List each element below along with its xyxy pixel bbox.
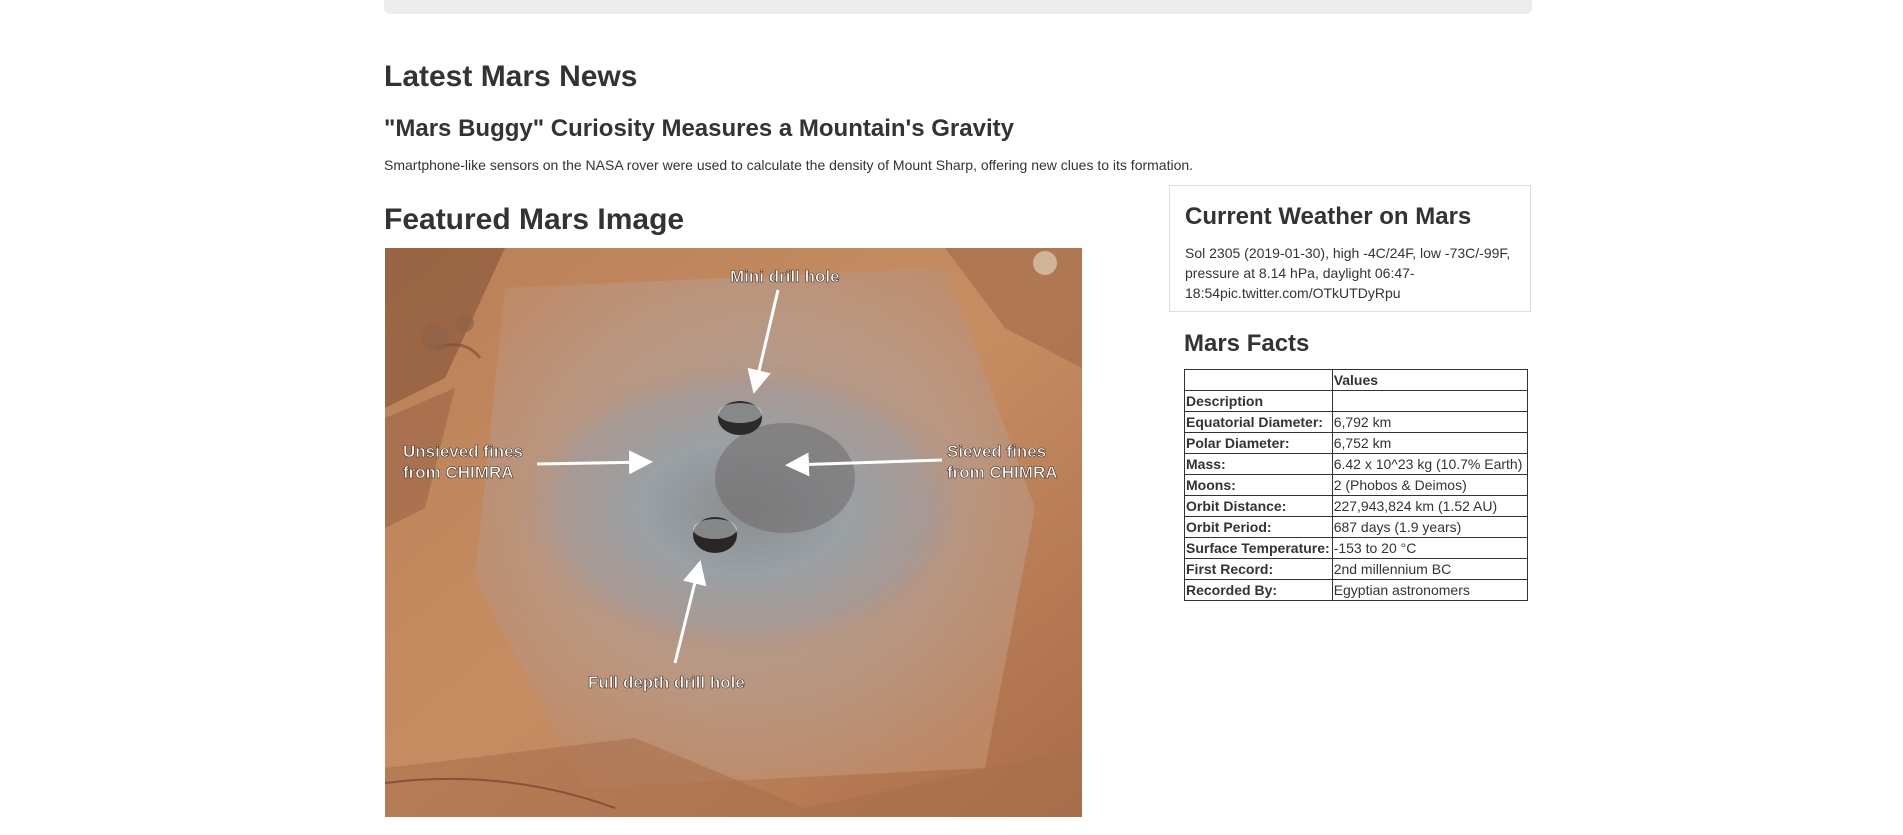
- table-row: Orbit Distance: 227,943,824 km (1.52 AU): [1184, 495, 1528, 517]
- fact-value: 687 days (1.9 years): [1331, 516, 1528, 538]
- fact-label: Polar Diameter:: [1184, 432, 1333, 454]
- table-row: Equatorial Diameter: 6,792 km: [1184, 411, 1528, 433]
- fact-label: Orbit Period:: [1184, 516, 1333, 538]
- fact-label: Mass:: [1184, 453, 1333, 475]
- fact-label: Surface Temperature:: [1184, 537, 1333, 559]
- index-empty-cell: [1331, 390, 1528, 412]
- fact-value: 2 (Phobos & Deimos): [1331, 474, 1528, 496]
- table-row: First Record: 2nd millennium BC: [1184, 558, 1528, 580]
- header-label-cell: [1184, 369, 1333, 391]
- mars-facts-table: Values Description Equatorial Diameter: …: [1184, 369, 1528, 601]
- table-row: Surface Temperature: -153 to 20 °C: [1184, 537, 1528, 559]
- fact-value: 2nd millennium BC: [1331, 558, 1528, 580]
- fact-value: 227,943,824 km (1.52 AU): [1331, 495, 1528, 517]
- news-section-title: Latest Mars News: [384, 60, 638, 93]
- weather-text: Sol 2305 (2019-01-30), high -4C/24F, low…: [1185, 245, 1511, 301]
- table-row: Mass: 6.42 x 10^23 kg (10.7% Earth): [1184, 453, 1528, 475]
- label-sieved-2: from CHIMRA: [947, 463, 1058, 482]
- featured-image-title: Featured Mars Image: [384, 203, 685, 236]
- table-row: Polar Diameter: 6,752 km: [1184, 432, 1528, 454]
- featured-mars-image[interactable]: Mini drill hole Unsieved fines from CHIM…: [385, 248, 1082, 817]
- fact-value: 6.42 x 10^23 kg (10.7% Earth): [1331, 453, 1528, 475]
- news-paragraph: Smartphone-like sensors on the NASA rove…: [384, 157, 1194, 173]
- header-value-cell: Values: [1331, 369, 1528, 391]
- fact-label: Recorded By:: [1184, 579, 1333, 601]
- fact-value: 6,752 km: [1331, 432, 1528, 454]
- table-row: Orbit Period: 687 days (1.9 years): [1184, 516, 1528, 538]
- weather-title: Current Weather on Mars: [1185, 203, 1472, 230]
- fact-label: First Record:: [1184, 558, 1333, 580]
- fact-value: 6,792 km: [1331, 411, 1528, 433]
- fact-label: Moons:: [1184, 474, 1333, 496]
- fact-label: Orbit Distance:: [1184, 495, 1333, 517]
- label-unsieved-2: from CHIMRA: [403, 463, 514, 482]
- label-full-drill: Full depth drill hole: [588, 673, 745, 692]
- weather-panel: Current Weather on Mars Sol 2305 (2019-0…: [1169, 185, 1531, 312]
- top-banner: [384, 0, 1532, 14]
- fact-value: Egyptian astronomers: [1331, 579, 1528, 601]
- facts-title: Mars Facts: [1184, 330, 1310, 357]
- fact-value: -153 to 20 °C: [1331, 537, 1528, 559]
- table-header-row: Values: [1184, 369, 1528, 391]
- index-label-cell: Description: [1184, 390, 1333, 412]
- label-sieved-1: Sieved fines: [947, 442, 1046, 461]
- label-unsieved-1: Unsieved fines: [403, 442, 523, 461]
- news-title: "Mars Buggy" Curiosity Measures a Mounta…: [384, 115, 1014, 142]
- table-index-row: Description: [1184, 390, 1528, 412]
- table-row: Recorded By: Egyptian astronomers: [1184, 579, 1528, 601]
- table-row: Moons: 2 (Phobos & Deimos): [1184, 474, 1528, 496]
- fact-label: Equatorial Diameter:: [1184, 411, 1333, 433]
- page: Latest Mars News "Mars Buggy" Curiosity …: [0, 0, 1903, 835]
- label-mini-drill: Mini drill hole: [730, 267, 840, 286]
